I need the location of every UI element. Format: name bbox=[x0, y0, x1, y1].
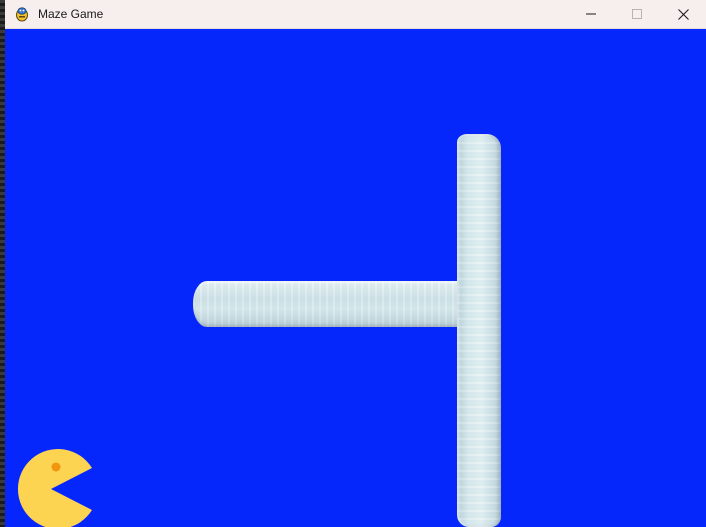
horizontal-wall bbox=[193, 281, 468, 327]
game-window: Maze Game bbox=[0, 0, 706, 527]
close-button[interactable] bbox=[660, 0, 706, 28]
minimize-icon bbox=[586, 13, 596, 15]
maximize-button[interactable] bbox=[614, 0, 660, 28]
close-icon bbox=[677, 8, 689, 20]
game-canvas[interactable] bbox=[5, 29, 706, 527]
maximize-icon bbox=[632, 9, 642, 19]
window-title: Maze Game bbox=[38, 7, 104, 21]
pygame-snake-icon bbox=[14, 6, 30, 22]
pacman-player bbox=[17, 449, 92, 527]
minimize-button[interactable] bbox=[568, 0, 614, 28]
window-controls bbox=[568, 0, 706, 28]
pacman-eye bbox=[51, 462, 61, 472]
title-bar[interactable]: Maze Game bbox=[5, 0, 706, 29]
vertical-wall bbox=[457, 134, 501, 527]
